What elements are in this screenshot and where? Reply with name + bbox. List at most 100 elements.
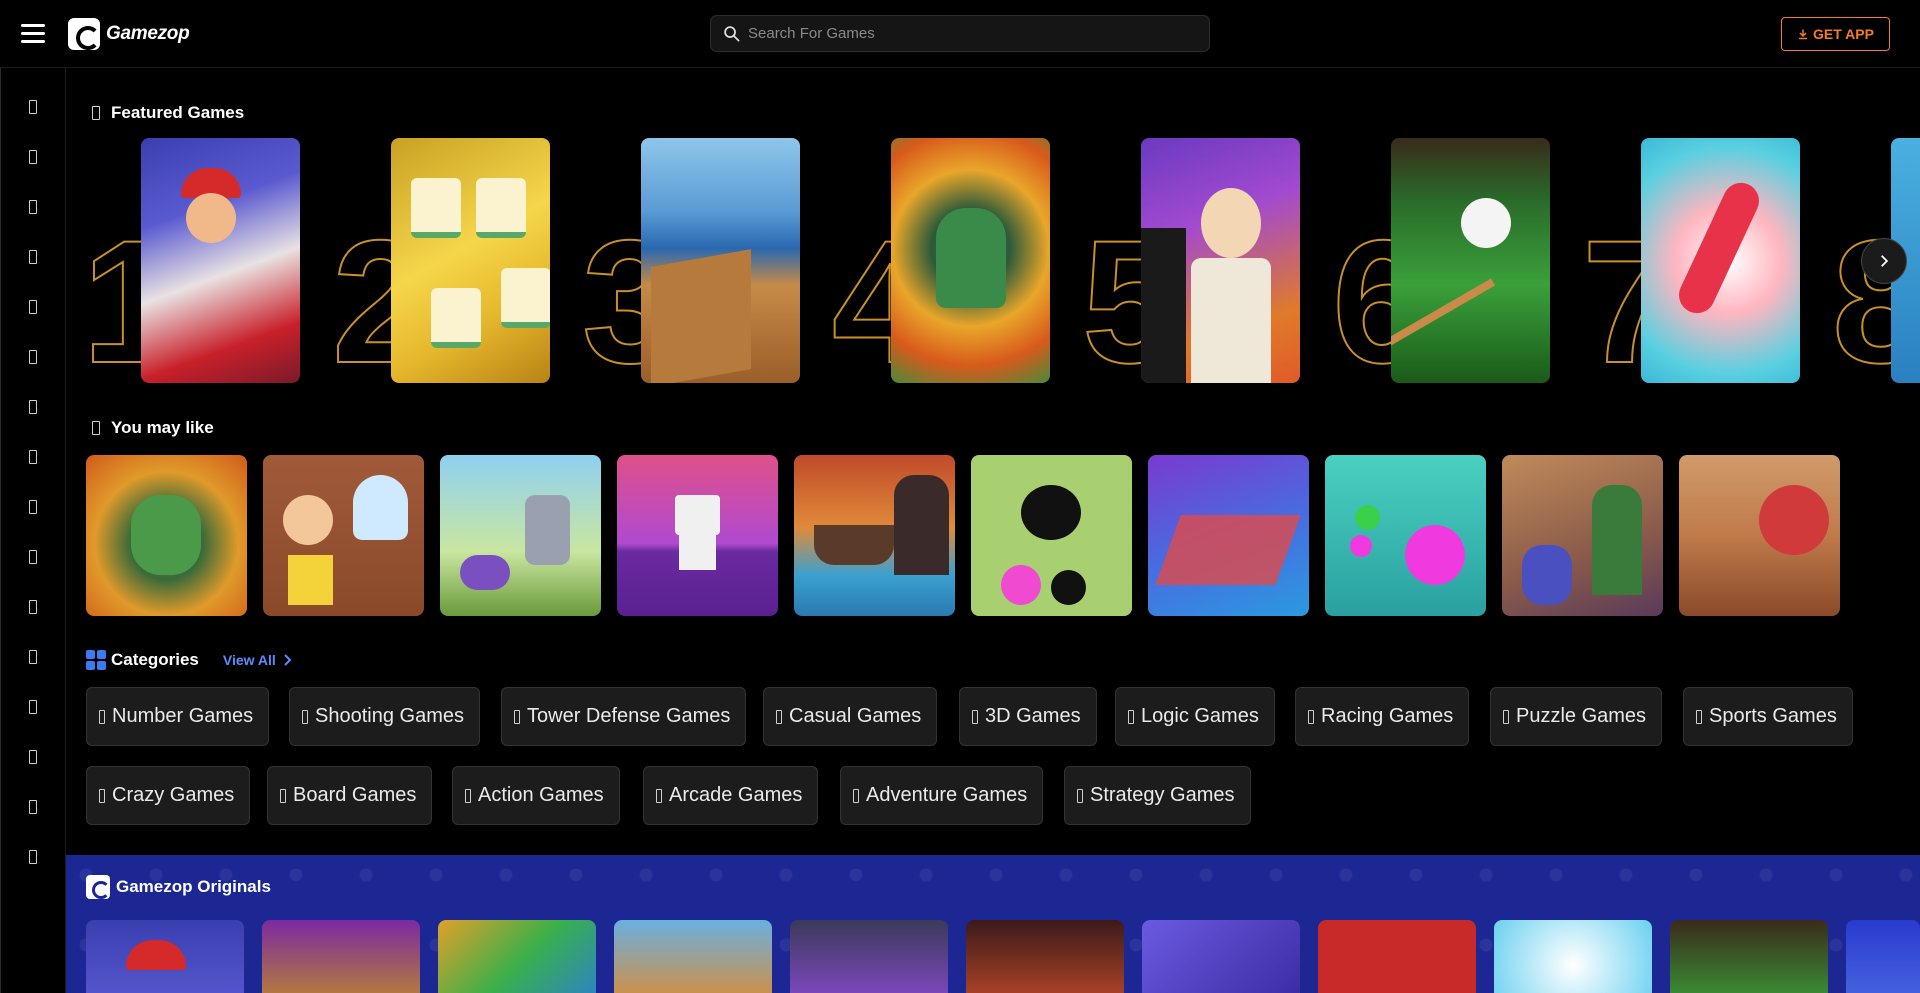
category-chip[interactable]: Sports Games <box>1683 687 1853 746</box>
left-sidebar <box>0 68 66 993</box>
featured-game-thumbnail[interactable] <box>1641 138 1800 383</box>
view-all-link[interactable]: View All <box>223 652 292 668</box>
featured-games-heading: Featured Games <box>92 103 244 123</box>
original-game-thumbnail[interactable] <box>1494 920 1652 993</box>
original-game-thumbnail[interactable] <box>438 920 596 993</box>
featured-game-thumbnail[interactable] <box>391 138 550 383</box>
game-thumbnail[interactable] <box>1679 455 1840 616</box>
get-app-button[interactable]: GET APP <box>1781 17 1890 51</box>
category-icon <box>514 709 520 724</box>
sidebar-category-icon[interactable] <box>23 297 43 317</box>
category-chip[interactable]: Action Games <box>452 766 620 825</box>
category-icon <box>99 709 105 724</box>
you-may-like-title: You may like <box>111 418 214 437</box>
download-icon <box>1799 29 1808 40</box>
main-content: Featured Games 1 2 3 4 5 6 7 8 You may l… <box>66 68 1920 993</box>
category-chip[interactable]: Board Games <box>267 766 433 825</box>
category-chip[interactable]: Number Games <box>86 687 270 746</box>
original-game-thumbnail[interactable] <box>1846 920 1920 993</box>
game-thumbnail[interactable] <box>1325 455 1486 616</box>
sidebar-category-icon[interactable] <box>23 397 43 417</box>
sidebar-category-icon[interactable] <box>23 497 43 517</box>
sidebar-category-icon[interactable] <box>23 597 43 617</box>
grid-icon <box>86 650 106 670</box>
category-label: Action Games <box>478 784 604 806</box>
category-chip[interactable]: Shooting Games <box>289 687 480 746</box>
game-thumbnail[interactable] <box>86 455 247 616</box>
original-game-thumbnail[interactable] <box>86 920 244 993</box>
sidebar-category-icon[interactable] <box>23 797 43 817</box>
sidebar-category-icon[interactable] <box>23 847 43 867</box>
categories-header: Categories View All <box>86 650 292 670</box>
featured-item[interactable]: 6 <box>1331 138 1582 391</box>
category-label: Tower Defense Games <box>527 705 731 727</box>
category-chip[interactable]: 3D Games <box>959 687 1097 746</box>
original-game-thumbnail[interactable] <box>1670 920 1828 993</box>
category-label: Sports Games <box>1709 705 1837 727</box>
thumbs-up-icon <box>92 421 100 435</box>
featured-game-thumbnail[interactable] <box>641 138 800 383</box>
brand-logo[interactable]: Gamezop <box>68 18 190 50</box>
featured-carousel: 1 2 3 4 5 6 7 8 <box>81 138 1920 391</box>
category-chip[interactable]: Casual Games <box>763 687 938 746</box>
sidebar-category-icon[interactable] <box>23 197 43 217</box>
featured-item[interactable]: 5 <box>1081 138 1332 391</box>
sidebar-category-icon[interactable] <box>23 447 43 467</box>
game-thumbnail[interactable] <box>1502 455 1663 616</box>
category-label: Crazy Games <box>112 784 235 806</box>
category-chip[interactable]: Arcade Games <box>643 766 819 825</box>
featured-item[interactable]: 7 <box>1581 138 1832 391</box>
category-chip[interactable]: Adventure Games <box>840 766 1044 825</box>
category-chip[interactable]: Puzzle Games <box>1490 687 1663 746</box>
search-input[interactable] <box>748 25 1188 42</box>
game-thumbnail[interactable] <box>971 455 1132 616</box>
featured-item[interactable]: 4 <box>831 138 1082 391</box>
featured-game-thumbnail[interactable] <box>1391 138 1550 383</box>
categories-title: Categories <box>111 650 199 669</box>
category-chip[interactable]: Strategy Games <box>1064 766 1251 825</box>
brand-name: Gamezop <box>106 23 190 44</box>
featured-game-thumbnail[interactable] <box>891 138 1050 383</box>
category-icon <box>972 709 978 724</box>
category-chip[interactable]: Racing Games <box>1295 687 1470 746</box>
sidebar-home-icon[interactable] <box>23 97 43 117</box>
original-game-thumbnail[interactable] <box>1318 920 1476 993</box>
original-game-thumbnail[interactable] <box>262 920 420 993</box>
sidebar-recent-icon[interactable] <box>23 147 43 167</box>
gamezop-originals-section: Gamezop Originals <box>66 855 1920 993</box>
search-box[interactable] <box>710 15 1210 52</box>
chevron-right-icon <box>1881 255 1889 267</box>
featured-item[interactable]: 2 <box>331 138 582 391</box>
original-game-thumbnail[interactable] <box>614 920 772 993</box>
sidebar-category-icon[interactable] <box>23 547 43 567</box>
game-thumbnail[interactable] <box>794 455 955 616</box>
category-label: Number Games <box>112 705 254 727</box>
menu-icon[interactable] <box>21 24 45 44</box>
category-icon <box>465 788 471 803</box>
sidebar-category-icon[interactable] <box>23 247 43 267</box>
sidebar-category-icon[interactable] <box>23 747 43 767</box>
sidebar-category-icon[interactable] <box>23 347 43 367</box>
gamezop-logo-icon <box>68 18 100 50</box>
featured-item[interactable]: 1 <box>81 138 332 391</box>
featured-game-thumbnail[interactable] <box>1141 138 1300 383</box>
sidebar-category-icon[interactable] <box>23 647 43 667</box>
featured-item[interactable]: 3 <box>581 138 832 391</box>
original-game-thumbnail[interactable] <box>1142 920 1300 993</box>
featured-game-thumbnail[interactable] <box>141 138 300 383</box>
game-thumbnail[interactable] <box>440 455 601 616</box>
category-label: 3D Games <box>985 705 1081 727</box>
category-chip[interactable]: Crazy Games <box>86 766 251 825</box>
game-thumbnail[interactable] <box>263 455 424 616</box>
gamezop-logo-icon <box>86 875 110 899</box>
category-icon <box>1308 709 1314 724</box>
category-chip[interactable]: Logic Games <box>1115 687 1275 746</box>
category-chip[interactable]: Tower Defense Games <box>501 687 747 746</box>
carousel-next-button[interactable] <box>1861 238 1907 284</box>
game-thumbnail[interactable] <box>617 455 778 616</box>
category-icon <box>656 788 662 803</box>
original-game-thumbnail[interactable] <box>790 920 948 993</box>
original-game-thumbnail[interactable] <box>966 920 1124 993</box>
sidebar-category-icon[interactable] <box>23 697 43 717</box>
game-thumbnail[interactable] <box>1148 455 1309 616</box>
